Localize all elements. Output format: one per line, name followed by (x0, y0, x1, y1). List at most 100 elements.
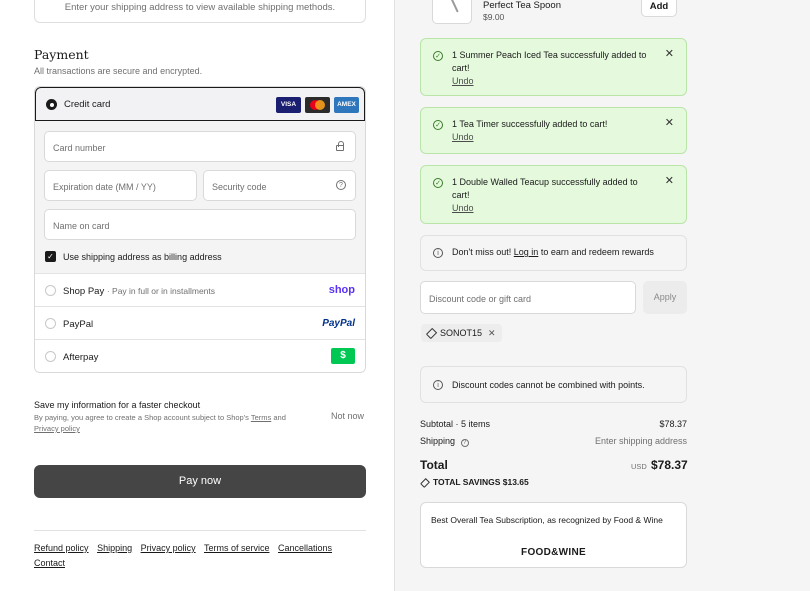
undo-link[interactable]: Undo (452, 131, 652, 144)
discount-code: SONOT15 (440, 328, 483, 338)
undo-link[interactable]: Undo (452, 202, 652, 215)
expiration-placeholder: Expiration date (MM / YY) (53, 182, 156, 192)
toast-message: 1 Summer Peach Iced Tea successfully add… (452, 50, 647, 73)
add-product-button[interactable]: Add (641, 0, 677, 17)
applied-discount-tag: SONOT15 ✕ (421, 324, 502, 342)
close-icon[interactable]: ✕ (665, 174, 674, 187)
footer-links: Refund policy Shipping Privacy policy Te… (34, 541, 364, 571)
shipping-method-note: Enter your shipping address to view avai… (34, 0, 366, 23)
paypal-logo: PayPal (322, 318, 355, 329)
privacy-policy-link[interactable]: Privacy policy (141, 543, 196, 553)
billing-address-label: Use shipping address as billing address (63, 252, 222, 262)
shop-pay-option[interactable]: Shop Pay · Pay in full or in installment… (35, 274, 365, 307)
payment-heading: Payment (34, 47, 89, 62)
promo-text: Best Overall Tea Subscription, as recogn… (431, 515, 663, 525)
security-code-field[interactable]: Security code ? (203, 170, 356, 201)
shop-terms-link[interactable]: Terms (251, 413, 271, 422)
paypal-radio[interactable] (45, 318, 56, 329)
total-savings: TOTAL SAVINGS $13.65 (420, 477, 529, 488)
credit-card-label: Credit card (64, 99, 111, 110)
remove-discount-icon[interactable]: ✕ (488, 328, 496, 338)
savings-text: TOTAL SAVINGS $13.65 (433, 477, 529, 487)
toast-message: 1 Double Walled Teacup successfully adde… (452, 177, 638, 200)
shop-privacy-link[interactable]: Privacy policy (34, 424, 80, 433)
shop-pay-desc: · Pay in full or in installments (106, 286, 216, 296)
payment-subtitle: All transactions are secure and encrypte… (34, 66, 203, 76)
rewards-text: Don't miss out! Log in to earn and redee… (452, 247, 654, 257)
total-currency: USD (631, 462, 647, 471)
info-icon: i (433, 248, 443, 258)
login-link[interactable]: Log in (514, 247, 539, 257)
refund-policy-link[interactable]: Refund policy (34, 543, 89, 553)
undo-link[interactable]: Undo (452, 75, 652, 88)
paypal-option[interactable]: PayPal PayPal (35, 307, 365, 340)
paypal-label: PayPal (63, 319, 94, 330)
shipping-row: Shipping ? Enter shipping address (420, 436, 687, 447)
subtotal-value: $78.37 (659, 419, 687, 429)
shipping-help-icon[interactable]: ? (460, 439, 469, 447)
rewards-banner: i Don't miss out! Log in to earn and red… (420, 235, 687, 271)
footer-divider (34, 530, 366, 531)
close-icon[interactable]: ✕ (665, 47, 674, 60)
lock-icon (336, 141, 344, 151)
apply-button[interactable]: Apply (643, 281, 687, 314)
credit-card-radio[interactable] (46, 99, 57, 110)
shop-pay-logo: shop (328, 284, 355, 296)
cart-toast: ✓ 1 Summer Peach Iced Tea successfully a… (420, 38, 687, 96)
tag-icon (420, 477, 430, 488)
food-wine-logo: FOOD&WINE (521, 547, 586, 558)
terms-of-service-link[interactable]: Terms of service (204, 543, 270, 553)
afterpay-logo: $ (331, 348, 355, 364)
shop-pay-radio[interactable] (45, 285, 56, 296)
rewards-post: to earn and redeem rewards (540, 247, 654, 257)
total-value: $78.37 (651, 458, 688, 472)
toast-message-block: 1 Double Walled Teacup successfully adde… (452, 176, 652, 215)
discount-notice: i Discount codes cannot be combined with… (420, 366, 687, 403)
afterpay-option[interactable]: Afterpay $ (35, 340, 365, 372)
check-circle-icon: ✓ (433, 51, 443, 61)
payment-methods: Credit card VISA AMEX Card number Expira… (34, 86, 366, 373)
afterpay-radio[interactable] (45, 351, 56, 362)
not-now-button[interactable]: Not now (331, 411, 364, 421)
contact-link[interactable]: Contact (34, 558, 65, 568)
card-number-field[interactable]: Card number (44, 131, 356, 162)
help-icon[interactable]: ? (336, 180, 346, 190)
shipping-link[interactable]: Shipping (97, 543, 132, 553)
credit-card-option[interactable]: Credit card VISA AMEX (35, 87, 365, 121)
shop-pay-label: Shop Pay · Pay in full or in installment… (63, 286, 215, 297)
billing-address-checkbox[interactable]: ✓ (45, 251, 56, 262)
credit-card-form: Card number Expiration date (MM / YY) Se… (35, 121, 365, 274)
product-image (432, 0, 472, 24)
save-info-title: Save my information for a faster checkou… (34, 400, 201, 410)
product-price: $9.00 (483, 12, 505, 22)
subtotal-row: Subtotal · 5 items $78.37 (420, 419, 687, 429)
toast-message: 1 Tea Timer successfully added to cart! (452, 119, 608, 129)
check-circle-icon: ✓ (433, 178, 443, 188)
tag-icon (425, 327, 438, 340)
save-info-fine-print: By paying, you agree to create a Shop ac… (34, 412, 314, 434)
toast-message-block: 1 Summer Peach Iced Tea successfully add… (452, 49, 652, 88)
cart-toast: ✓ 1 Tea Timer successfully added to cart… (420, 107, 687, 154)
pay-now-button[interactable]: Pay now (34, 465, 366, 498)
product-name: Perfect Tea Spoon (483, 0, 561, 11)
fine-print-text: By paying, you agree to create a Shop ac… (34, 413, 249, 422)
subtotal-label: Subtotal · 5 items (420, 419, 491, 429)
visa-logo: VISA (276, 97, 301, 113)
total-label: Total (420, 458, 448, 472)
checkout-form-panel: Enter your shipping address to view avai… (0, 0, 394, 591)
shop-pay-name: Shop Pay (63, 286, 105, 297)
expiration-field[interactable]: Expiration date (MM / YY) (44, 170, 197, 201)
shipping-value: Enter shipping address (594, 436, 687, 446)
rewards-pre: Don't miss out! (452, 247, 512, 257)
check-circle-icon: ✓ (433, 120, 443, 130)
cart-toast: ✓ 1 Double Walled Teacup successfully ad… (420, 165, 687, 224)
name-on-card-field[interactable]: Name on card (44, 209, 356, 240)
security-code-placeholder: Security code (212, 182, 267, 192)
toast-message-block: 1 Tea Timer successfully added to cart! … (452, 118, 652, 144)
shipping-label: Shipping (420, 436, 456, 446)
discount-code-input[interactable]: Discount code or gift card (420, 281, 636, 314)
cancellations-link[interactable]: Cancellations (278, 543, 332, 553)
discount-notice-text: Discount codes cannot be combined with p… (452, 380, 645, 390)
close-icon[interactable]: ✕ (665, 116, 674, 129)
name-on-card-placeholder: Name on card (53, 221, 110, 231)
